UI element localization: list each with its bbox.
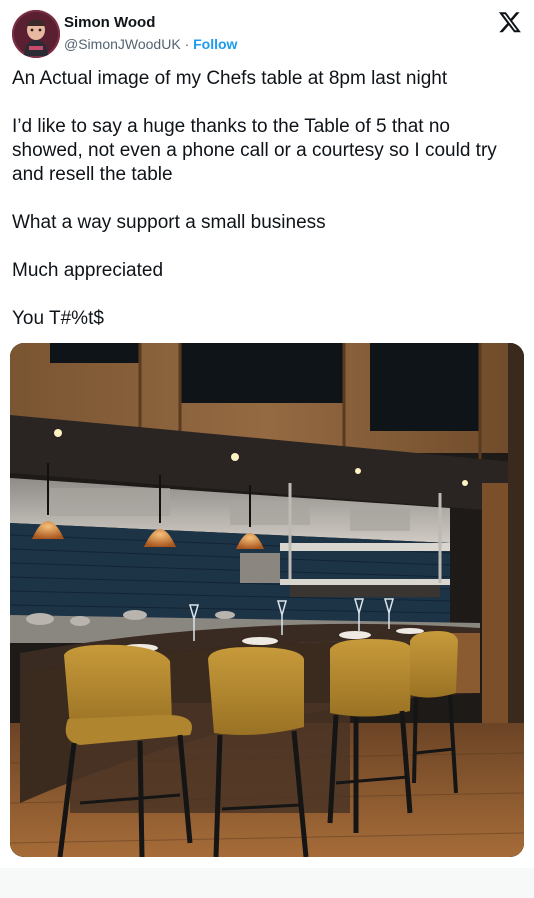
- tweet-paragraph: What a way support a small business: [12, 212, 326, 233]
- tweet-paragraph: An Actual image of my Chefs table at 8pm…: [12, 68, 448, 89]
- tweet-card: Simon Wood @SimonJWoodUK · Follow An Act…: [0, 0, 534, 898]
- author-handle[interactable]: @SimonJWoodUK: [64, 36, 181, 52]
- follow-button[interactable]: Follow: [193, 36, 237, 52]
- tweet-photo[interactable]: [10, 343, 524, 857]
- avatar-icon: [12, 10, 60, 58]
- tweet-header: Simon Wood @SimonJWoodUK · Follow: [12, 8, 522, 60]
- x-logo-icon[interactable]: [498, 10, 522, 34]
- tweet-paragraph: Much appreciated: [12, 260, 164, 281]
- author-handle-line: @SimonJWoodUK · Follow: [64, 36, 237, 52]
- avatar[interactable]: [12, 10, 60, 58]
- chefs-table-photo: [10, 343, 524, 857]
- author-name[interactable]: Simon Wood: [64, 14, 155, 31]
- separator: ·: [184, 36, 190, 52]
- footer-strip: [0, 868, 534, 898]
- tweet-text: An Actual image of my Chefs table at 8pm…: [12, 67, 522, 331]
- tweet-paragraph: You T#%t$: [12, 308, 104, 329]
- tweet-paragraph: I’d like to say a huge thanks to the Tab…: [12, 116, 497, 185]
